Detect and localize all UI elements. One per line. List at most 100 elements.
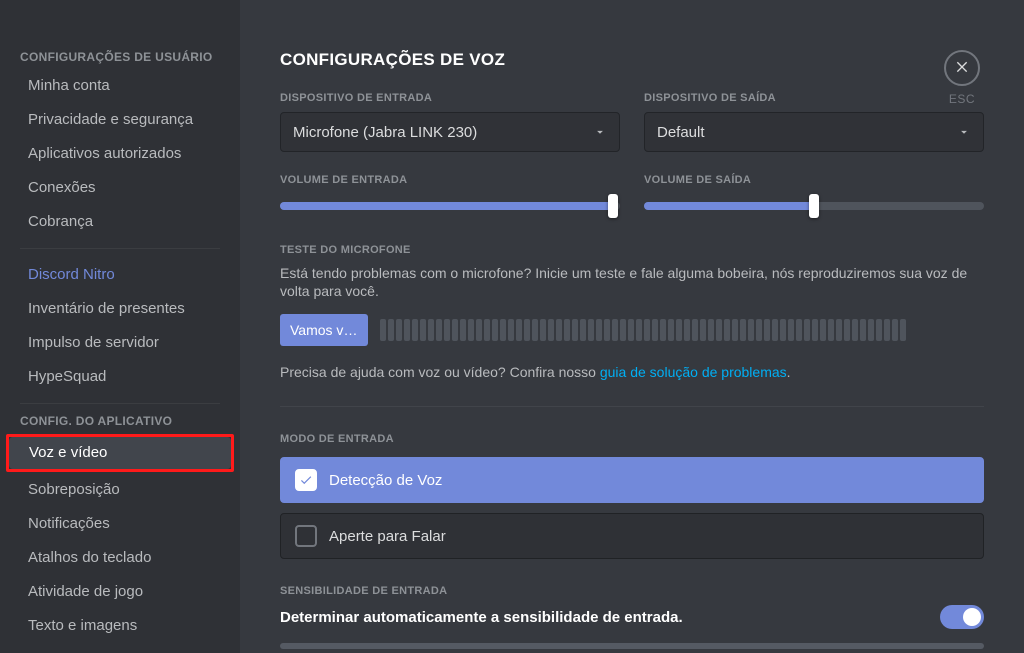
meter-bar: [764, 319, 770, 341]
meter-bar: [844, 319, 850, 341]
meter-bar: [868, 319, 874, 341]
troubleshoot-link[interactable]: guia de solução de problemas: [600, 364, 787, 380]
sensitivity-meter: [280, 643, 984, 649]
meter-bar: [548, 319, 554, 341]
meter-bar: [804, 319, 810, 341]
section-divider: [280, 406, 984, 407]
meter-bar: [404, 319, 410, 341]
meter-bar: [740, 319, 746, 341]
sidebar-item-appearance[interactable]: Aparência: [8, 644, 232, 653]
input-mode-option-label: Aperte para Falar: [329, 528, 446, 545]
meter-bar: [676, 319, 682, 341]
meter-bar: [628, 319, 634, 341]
mic-test-label: TESTE DO MICROFONE: [280, 244, 984, 256]
input-mode-push-to-talk[interactable]: Aperte para Falar: [280, 513, 984, 559]
meter-bar: [532, 319, 538, 341]
input-device-select[interactable]: Microfone (Jabra LINK 230): [280, 112, 620, 152]
auto-sensitivity-label: Determinar automaticamente a sensibilida…: [280, 609, 683, 626]
mic-test-button[interactable]: Vamos verif...: [280, 314, 368, 346]
sidebar-item-server-boost[interactable]: Impulso de servidor: [8, 327, 232, 359]
help-suffix: .: [787, 364, 791, 380]
meter-bar: [500, 319, 506, 341]
meter-bar: [660, 319, 666, 341]
input-volume-slider[interactable]: [280, 194, 620, 218]
sidebar-item-authorized-apps[interactable]: Aplicativos autorizados: [8, 138, 232, 170]
sidebar-item-notifications[interactable]: Notificações: [8, 508, 232, 540]
meter-bar: [476, 319, 482, 341]
sidebar-item-nitro[interactable]: Discord Nitro: [8, 259, 232, 291]
close-label: ESC: [944, 92, 980, 106]
toggle-knob: [963, 608, 981, 626]
meter-bar: [892, 319, 898, 341]
meter-bar: [380, 319, 386, 341]
sidebar-header-user: CONFIGURAÇÕES DE USUÁRIO: [0, 50, 240, 70]
sidebar-item-overlay[interactable]: Sobreposição: [8, 474, 232, 506]
input-volume-label: VOLUME DE ENTRADA: [280, 174, 620, 186]
meter-bar: [756, 319, 762, 341]
sidebar-item-my-account[interactable]: Minha conta: [8, 70, 232, 102]
sidebar-item-hypesquad[interactable]: HypeSquad: [8, 361, 232, 393]
chevron-down-icon: [593, 125, 607, 139]
meter-bar: [668, 319, 674, 341]
sidebar-item-billing[interactable]: Cobrança: [8, 206, 232, 238]
meter-bar: [692, 319, 698, 341]
input-mode-voice-activity[interactable]: Detecção de Voz: [280, 457, 984, 503]
meter-bar: [412, 319, 418, 341]
meter-bar: [796, 319, 802, 341]
meter-bar: [564, 319, 570, 341]
meter-bar: [828, 319, 834, 341]
input-device-value: Microfone (Jabra LINK 230): [293, 124, 477, 141]
sidebar-item-privacy[interactable]: Privacidade e segurança: [8, 104, 232, 136]
sidebar-separator: [20, 248, 220, 249]
meter-bar: [492, 319, 498, 341]
meter-bar: [748, 319, 754, 341]
close-wrap: ESC: [944, 50, 980, 106]
meter-bar: [876, 319, 882, 341]
meter-bar: [604, 319, 610, 341]
help-prefix: Precisa de ajuda com voz ou vídeo? Confi…: [280, 364, 600, 380]
meter-bar: [644, 319, 650, 341]
output-device-select[interactable]: Default: [644, 112, 984, 152]
meter-bar: [684, 319, 690, 341]
meter-bar: [556, 319, 562, 341]
sensitivity-label: SENSIBILIDADE DE ENTRADA: [280, 585, 984, 597]
meter-bar: [388, 319, 394, 341]
meter-bar: [468, 319, 474, 341]
meter-bar: [588, 319, 594, 341]
sidebar-item-gift-inventory[interactable]: Inventário de presentes: [8, 293, 232, 325]
meter-bar: [900, 319, 906, 341]
meter-bar: [436, 319, 442, 341]
annotation-highlight: Voz e vídeo: [6, 434, 234, 472]
close-button[interactable]: [944, 50, 980, 86]
meter-bar: [540, 319, 546, 341]
meter-bar: [580, 319, 586, 341]
meter-bar: [716, 319, 722, 341]
sidebar-item-voice-video[interactable]: Voz e vídeo: [9, 437, 231, 469]
sidebar-separator: [20, 403, 220, 404]
meter-bar: [452, 319, 458, 341]
help-line: Precisa de ajuda com voz ou vídeo? Confi…: [280, 364, 984, 380]
sidebar-item-text-images[interactable]: Texto e imagens: [8, 610, 232, 642]
meter-bar: [652, 319, 658, 341]
meter-bar: [420, 319, 426, 341]
meter-bar: [700, 319, 706, 341]
meter-bar: [732, 319, 738, 341]
meter-bar: [524, 319, 530, 341]
meter-bar: [788, 319, 794, 341]
sidebar-item-keybinds[interactable]: Atalhos do teclado: [8, 542, 232, 574]
meter-bar: [708, 319, 714, 341]
auto-sensitivity-toggle[interactable]: [940, 605, 984, 629]
output-device-label: DISPOSITIVO DE SAÍDA: [644, 92, 984, 104]
output-volume-slider[interactable]: [644, 194, 984, 218]
input-device-label: DISPOSITIVO DE ENTRADA: [280, 92, 620, 104]
meter-bar: [780, 319, 786, 341]
sidebar-item-game-activity[interactable]: Atividade de jogo: [8, 576, 232, 608]
meter-bar: [428, 319, 434, 341]
output-device-value: Default: [657, 124, 705, 141]
meter-bar: [884, 319, 890, 341]
mic-level-meter: [380, 319, 984, 341]
meter-bar: [620, 319, 626, 341]
sidebar-item-connections[interactable]: Conexões: [8, 172, 232, 204]
meter-bar: [484, 319, 490, 341]
page-title: CONFIGURAÇÕES DE VOZ: [280, 50, 984, 70]
